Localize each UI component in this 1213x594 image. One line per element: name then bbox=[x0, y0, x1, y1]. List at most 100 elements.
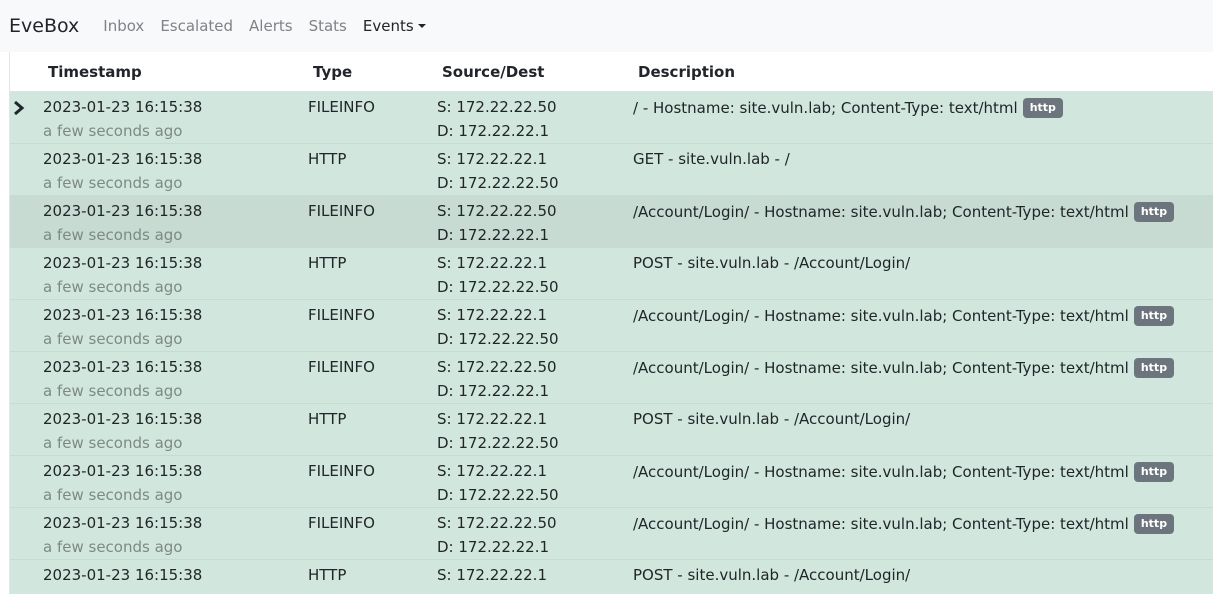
event-timestamp: 2023-01-23 16:15:38 bbox=[43, 306, 203, 324]
event-description: /Account/Login/ - Hostname: site.vuln.la… bbox=[633, 462, 1175, 482]
event-timestamp: 2023-01-23 16:15:38 bbox=[43, 358, 203, 376]
event-relative-time: a few seconds ago bbox=[43, 486, 183, 504]
event-description-text: /Account/Login/ - Hostname: site.vuln.la… bbox=[633, 307, 1129, 325]
column-header-timestamp[interactable]: Timestamp bbox=[48, 63, 142, 81]
event-source: S: 172.22.22.1 bbox=[437, 306, 547, 324]
event-type: FILEINFO bbox=[308, 462, 375, 480]
event-description-text: /Account/Login/ - Hostname: site.vuln.la… bbox=[633, 203, 1129, 221]
event-description-text: POST - site.vuln.lab - /Account/Login/ bbox=[633, 410, 911, 428]
column-header-source-dest[interactable]: Source/Dest bbox=[442, 63, 544, 81]
nav-stats[interactable]: Stats bbox=[309, 17, 347, 35]
event-relative-time: a few seconds ago bbox=[43, 226, 183, 244]
table-row[interactable]: 2023-01-23 16:15:38 HTTP S: 172.22.22.1 POS… bbox=[10, 560, 1213, 594]
event-relative-time: a few seconds ago bbox=[43, 122, 183, 140]
table-row[interactable]: 2023-01-23 16:15:38 a few seconds ago HTTP… bbox=[10, 248, 1213, 300]
event-relative-time: a few seconds ago bbox=[43, 174, 183, 192]
protocol-badge: http bbox=[1133, 514, 1175, 534]
event-relative-time: a few seconds ago bbox=[43, 538, 183, 556]
events-table: Timestamp Type Source/Dest Description 2… bbox=[9, 52, 1213, 594]
event-source: S: 172.22.22.50 bbox=[437, 202, 557, 220]
event-description: /Account/Login/ - Hostname: site.vuln.la… bbox=[633, 306, 1175, 326]
event-dest: D: 172.22.22.50 bbox=[437, 486, 559, 504]
table-row[interactable]: 2023-01-23 16:15:38 a few seconds ago FILE… bbox=[10, 508, 1213, 560]
event-description: / - Hostname: site.vuln.lab; Content-Typ… bbox=[633, 98, 1063, 118]
table-row[interactable]: 2023-01-23 16:15:38 a few seconds ago FILE… bbox=[10, 196, 1213, 248]
event-description-text: GET - site.vuln.lab - / bbox=[633, 150, 790, 168]
event-description-text: /Account/Login/ - Hostname: site.vuln.la… bbox=[633, 463, 1129, 481]
event-relative-time: a few seconds ago bbox=[43, 278, 183, 296]
event-description: /Account/Login/ - Hostname: site.vuln.la… bbox=[633, 202, 1175, 222]
caret-down-icon bbox=[417, 24, 426, 28]
event-relative-time: a few seconds ago bbox=[43, 330, 183, 348]
protocol-badge: http bbox=[1133, 462, 1175, 482]
table-row[interactable]: 2023-01-23 16:15:38 a few seconds ago FILE… bbox=[10, 300, 1213, 352]
protocol-badge: http bbox=[1133, 306, 1175, 326]
column-header-type[interactable]: Type bbox=[313, 63, 352, 81]
table-row[interactable]: 2023-01-23 16:15:38 a few seconds ago FILE… bbox=[10, 456, 1213, 508]
event-timestamp: 2023-01-23 16:15:38 bbox=[43, 462, 203, 480]
event-dest: D: 172.22.22.1 bbox=[437, 382, 550, 400]
event-timestamp: 2023-01-23 16:15:38 bbox=[43, 150, 203, 168]
event-timestamp: 2023-01-23 16:15:38 bbox=[43, 514, 203, 532]
table-row[interactable]: 2023-01-23 16:15:38 a few seconds ago FILE… bbox=[10, 352, 1213, 404]
event-source: S: 172.22.22.1 bbox=[437, 566, 547, 584]
event-source: S: 172.22.22.50 bbox=[437, 98, 557, 116]
event-type: FILEINFO bbox=[308, 202, 375, 220]
event-description-text: POST - site.vuln.lab - /Account/Login/ bbox=[633, 566, 911, 584]
top-navbar: EveBox Inbox Escalated Alerts Stats Even… bbox=[0, 0, 1213, 52]
event-type: HTTP bbox=[308, 150, 347, 168]
event-dest: D: 172.22.22.50 bbox=[437, 434, 559, 452]
event-source: S: 172.22.22.1 bbox=[437, 150, 547, 168]
event-source: S: 172.22.22.50 bbox=[437, 358, 557, 376]
event-description: /Account/Login/ - Hostname: site.vuln.la… bbox=[633, 358, 1175, 378]
event-type: FILEINFO bbox=[308, 98, 375, 116]
event-timestamp: 2023-01-23 16:15:38 bbox=[43, 410, 203, 428]
event-description-text: POST - site.vuln.lab - /Account/Login/ bbox=[633, 254, 911, 272]
event-dest: D: 172.22.22.50 bbox=[437, 330, 559, 348]
nav-events-dropdown[interactable]: Events bbox=[363, 17, 426, 35]
event-description: /Account/Login/ - Hostname: site.vuln.la… bbox=[633, 514, 1175, 534]
event-description: POST - site.vuln.lab - /Account/Login/ bbox=[633, 566, 910, 584]
table-body: 2023-01-23 16:15:38 a few seconds ago FILE… bbox=[10, 92, 1213, 594]
event-dest: D: 172.22.22.1 bbox=[437, 122, 550, 140]
nav-events-label: Events bbox=[362, 17, 414, 35]
chevron-right-icon bbox=[14, 100, 25, 116]
column-header-description[interactable]: Description bbox=[638, 63, 735, 81]
event-source: S: 172.22.22.1 bbox=[437, 254, 547, 272]
event-type: HTTP bbox=[308, 410, 347, 428]
event-timestamp: 2023-01-23 16:15:38 bbox=[43, 98, 203, 116]
protocol-badge: http bbox=[1133, 202, 1175, 222]
table-row[interactable]: 2023-01-23 16:15:38 a few seconds ago FILE… bbox=[10, 92, 1213, 144]
event-source: S: 172.22.22.1 bbox=[437, 410, 547, 428]
table-header: Timestamp Type Source/Dest Description bbox=[10, 52, 1213, 92]
event-type: HTTP bbox=[308, 254, 347, 272]
protocol-badge: http bbox=[1133, 358, 1175, 378]
event-description: POST - site.vuln.lab - /Account/Login/ bbox=[633, 254, 910, 272]
event-type: FILEINFO bbox=[308, 514, 375, 532]
event-relative-time: a few seconds ago bbox=[43, 434, 183, 452]
event-type: FILEINFO bbox=[308, 306, 375, 324]
event-dest: D: 172.22.22.1 bbox=[437, 538, 550, 556]
event-description-text: /Account/Login/ - Hostname: site.vuln.la… bbox=[633, 359, 1129, 377]
event-description: POST - site.vuln.lab - /Account/Login/ bbox=[633, 410, 910, 428]
event-relative-time: a few seconds ago bbox=[43, 382, 183, 400]
table-row[interactable]: 2023-01-23 16:15:38 a few seconds ago HTTP… bbox=[10, 144, 1213, 196]
event-timestamp: 2023-01-23 16:15:38 bbox=[43, 254, 203, 272]
nav-inbox[interactable]: Inbox bbox=[103, 17, 144, 35]
protocol-badge: http bbox=[1022, 98, 1063, 118]
event-dest: D: 172.22.22.50 bbox=[437, 278, 559, 296]
table-row[interactable]: 2023-01-23 16:15:38 a few seconds ago HTTP… bbox=[10, 404, 1213, 456]
event-description-text: / - Hostname: site.vuln.lab; Content-Typ… bbox=[633, 99, 1018, 117]
event-description-text: /Account/Login/ - Hostname: site.vuln.la… bbox=[633, 515, 1129, 533]
event-type: FILEINFO bbox=[308, 358, 375, 376]
brand-logo[interactable]: EveBox bbox=[9, 15, 79, 37]
nav-escalated[interactable]: Escalated bbox=[160, 17, 233, 35]
event-dest: D: 172.22.22.50 bbox=[437, 174, 559, 192]
event-timestamp: 2023-01-23 16:15:38 bbox=[43, 566, 203, 584]
event-source: S: 172.22.22.1 bbox=[437, 462, 547, 480]
event-source: S: 172.22.22.50 bbox=[437, 514, 557, 532]
nav-alerts[interactable]: Alerts bbox=[249, 17, 293, 35]
event-dest: D: 172.22.22.1 bbox=[437, 226, 550, 244]
event-description: GET - site.vuln.lab - / bbox=[633, 150, 790, 168]
event-timestamp: 2023-01-23 16:15:38 bbox=[43, 202, 203, 220]
